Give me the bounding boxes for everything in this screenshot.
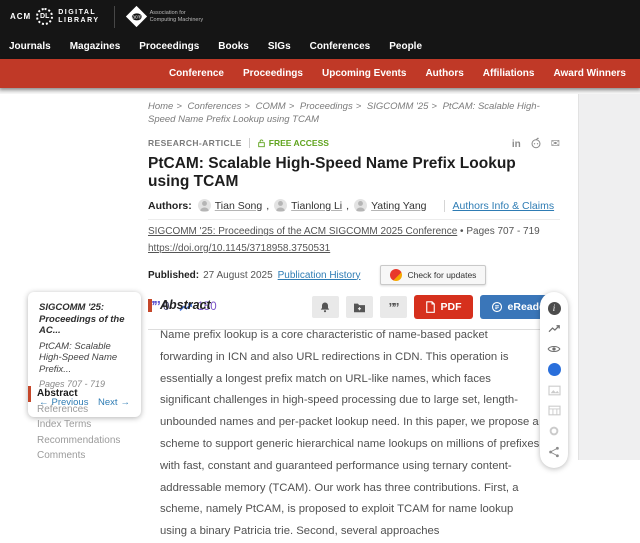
acm-dl-logo[interactable]: ACM DL DIGITAL LIBRARY [10,8,100,25]
tables-icon[interactable] [547,404,561,418]
article-type-label: RESEARCH-ARTICLE [148,138,242,148]
reddit-icon[interactable] [530,137,542,149]
author-separator: , [346,200,349,212]
author-link[interactable]: Tian Song, [198,199,269,212]
conference-subnav: Conference Proceedings Upcoming Events A… [0,59,640,88]
subnav-upcoming-events[interactable]: Upcoming Events [322,68,406,79]
author-avatar [354,199,367,212]
share-icon[interactable] [547,445,561,459]
section-link-comments[interactable]: Comments [37,448,141,464]
abstract-text: Name prefix lookup is a core characteris… [148,325,540,543]
nav-conferences[interactable]: Conferences [310,41,371,52]
crumb-comm[interactable]: COMM [256,101,286,112]
share-bar [512,134,560,152]
author-link[interactable]: Yating Yang [354,199,430,212]
venue-row: SIGCOMM '25: Proceedings of the ACM SIGC… [148,226,560,238]
author-avatar [198,199,211,212]
author-avatar [274,199,287,212]
abstract-heading: Abstract [160,298,211,312]
email-icon[interactable] [551,134,560,152]
acm-association-logo[interactable]: acm Association for Computing Machinery [129,9,204,24]
subnav-award-winners[interactable]: Award Winners [553,68,626,79]
subnav-affiliations[interactable]: Affiliations [483,68,535,79]
access-icon[interactable] [547,424,561,438]
dl-gear-icon: DL [36,8,53,25]
crossmark-icon [390,269,402,281]
proceedings-link[interactable]: SIGCOMM '25: Proceedings of the ACM SIGC… [148,226,457,237]
crumb-separator: > [289,101,295,112]
crumb-separator: > [431,101,437,112]
section-link-index-terms[interactable]: Index Terms [37,417,141,433]
nav-magazines[interactable]: Magazines [70,41,121,52]
floating-tool-rail: i [540,292,568,468]
authors-divider [444,200,445,212]
media-icon[interactable] [547,383,561,397]
nav-books[interactable]: Books [218,41,249,52]
nav-proceedings[interactable]: Proceedings [139,41,199,52]
primary-nav: Journals Magazines Proceedings Books SIG… [0,33,640,59]
check-for-updates-button[interactable]: Check for updates [380,265,486,285]
section-link-recommendations[interactable]: Recommendations [37,433,141,449]
acm-diamond-icon: acm [125,6,146,27]
acm-logo-text: ACM [10,12,31,21]
publication-history-link[interactable]: Publication History [278,270,361,281]
citations-badge-icon[interactable] [547,363,561,377]
crumb-separator: > [244,101,250,112]
right-gutter-panel [578,94,640,460]
free-access-badge[interactable]: FREE ACCESS [257,138,329,148]
crumb-separator: > [356,101,362,112]
site-header: ACM DL DIGITAL LIBRARY acm Association f… [0,0,640,59]
crumb-home[interactable]: Home [148,101,173,112]
digital-label: DIGITAL [58,9,99,17]
open-lock-icon [257,138,266,148]
library-label: LIBRARY [58,17,99,25]
author-link[interactable]: Tianlong Li, [274,199,349,212]
breadcrumb: Home> Conferences> COMM> Proceedings> SI… [148,100,563,126]
crumb-proceedings[interactable]: Proceedings [300,101,353,112]
association-line2: Computing Machinery [150,17,204,24]
pages-range: Pages 707 - 719 [466,226,539,237]
subnav-proceedings[interactable]: Proceedings [243,68,303,79]
section-link-abstract[interactable]: Abstract [28,386,141,402]
crumb-sigcomm25[interactable]: SIGCOMM '25 [367,101,428,112]
article-section-nav: Abstract References Index Terms Recommen… [28,386,141,464]
published-date: 27 August 2025 [203,270,273,281]
type-divider [249,138,250,148]
subnav-conference[interactable]: Conference [169,68,224,79]
nav-journals[interactable]: Journals [9,41,51,52]
metrics-icon[interactable] [547,322,561,336]
proceeding-title[interactable]: SIGCOMM '25: Proceedings of the AC... [39,302,130,337]
bullet: • [460,226,464,237]
article-title: PtCAM: Scalable High-Speed Name Prefix L… [148,155,560,191]
authors-info-claims-link[interactable]: Authors Info & Claims [453,200,555,212]
published-label: Published: [148,270,199,281]
crumb-conferences[interactable]: Conferences [188,101,242,112]
logo-divider [114,6,115,28]
abstract-accent-bar [148,299,152,312]
nav-people[interactable]: People [389,41,422,52]
doi-link[interactable]: https://doi.org/10.1145/3718958.3750531 [148,243,330,254]
current-article-short-title: PtCAM: Scalable High-Speed Name Prefix..… [39,341,130,376]
subnav-authors[interactable]: Authors [425,68,463,79]
abstract-section: Abstract Name prefix lookup is a core ch… [148,298,540,543]
section-link-references[interactable]: References [37,402,141,418]
linkedin-icon[interactable] [512,134,521,152]
preview-eye-icon[interactable] [547,342,561,356]
published-row: Published: 27 August 2025 Publication Hi… [148,265,560,285]
authors-label: Authors: [148,200,192,212]
nav-sigs[interactable]: SIGs [268,41,291,52]
author-separator: , [266,200,269,212]
authors-row: Authors: Tian Song, Tianlong Li, Yating … [148,199,560,220]
header-shadow-strip [0,88,640,94]
info-icon[interactable]: i [547,301,561,315]
crumb-separator: > [176,101,182,112]
